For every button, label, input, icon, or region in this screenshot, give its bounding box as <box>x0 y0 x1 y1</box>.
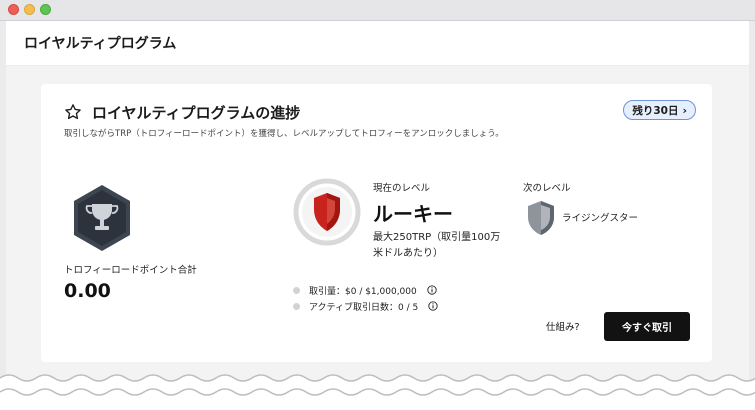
points-total-value: 0.00 <box>64 280 111 302</box>
card-subtitle: 取引しながらTRP（トロフィーロードポイント）を獲得し、レベルアップしてトロフィ… <box>64 129 504 139</box>
star-icon <box>65 104 81 120</box>
window-titlebar <box>0 0 755 21</box>
minimize-window-button[interactable] <box>24 4 35 15</box>
chevron-right-icon: › <box>682 103 687 117</box>
app-window: ロイヤルティプログラム ロイヤルティプログラムの進捗 残り30日 › 取引しなが… <box>0 0 755 390</box>
main-content: ロイヤルティプログラムの進捗 残り30日 › 取引しながらTRP（トロフィーロー… <box>6 66 749 390</box>
how-it-works-link[interactable]: 仕組み? <box>546 319 580 333</box>
requirement-status-dot <box>293 302 300 310</box>
info-icon[interactable] <box>427 285 437 295</box>
next-level-label: 次のレベル <box>523 183 571 194</box>
close-window-button[interactable] <box>8 4 19 15</box>
current-level-label: 現在のレベル <box>373 183 431 194</box>
maximize-window-button[interactable] <box>40 4 51 15</box>
window-frame-right <box>749 21 755 390</box>
loyalty-progress-card: ロイヤルティプログラムの進捗 残り30日 › 取引しながらTRP（トロフィーロー… <box>41 84 712 362</box>
requirement-item-active-days: アクティブ取引日数：0 / 5 <box>293 298 438 314</box>
requirement-text: アクティブ取引日数：0 / 5 <box>309 302 419 313</box>
rookie-shield-icon <box>293 178 361 246</box>
points-total-label: トロフィーロードポイント合計 <box>64 265 197 276</box>
page-header: ロイヤルティプログラム <box>6 21 749 66</box>
badge-label: 残り30日 <box>632 104 679 117</box>
rising-star-shield-icon <box>528 201 554 235</box>
info-icon[interactable] <box>428 301 438 311</box>
current-level-name: ルーキー <box>373 202 453 226</box>
requirement-item-volume: 取引量：$0 / $1,000,000 <box>293 282 438 298</box>
card-title-row: ロイヤルティプログラムの進捗 <box>64 102 300 122</box>
next-level-name: ライジングスター <box>562 213 639 224</box>
card-title: ロイヤルティプログラムの進捗 <box>92 103 301 122</box>
requirements-list: 取引量：$0 / $1,000,000 アクティブ取引日数：0 / 5 <box>293 282 438 314</box>
current-level-description: 最大250TRP（取引量100万米ドルあたり） <box>373 232 501 259</box>
requirement-status-dot <box>293 286 300 294</box>
trophy-hex-icon <box>74 185 130 251</box>
requirement-text: 取引量：$0 / $1,000,000 <box>309 286 417 297</box>
page-title: ロイヤルティプログラム <box>24 36 177 52</box>
days-remaining-badge[interactable]: 残り30日 › <box>623 100 696 120</box>
trade-now-button[interactable]: 今すぐ取引 <box>604 312 690 341</box>
torn-edge-decoration <box>0 374 755 410</box>
